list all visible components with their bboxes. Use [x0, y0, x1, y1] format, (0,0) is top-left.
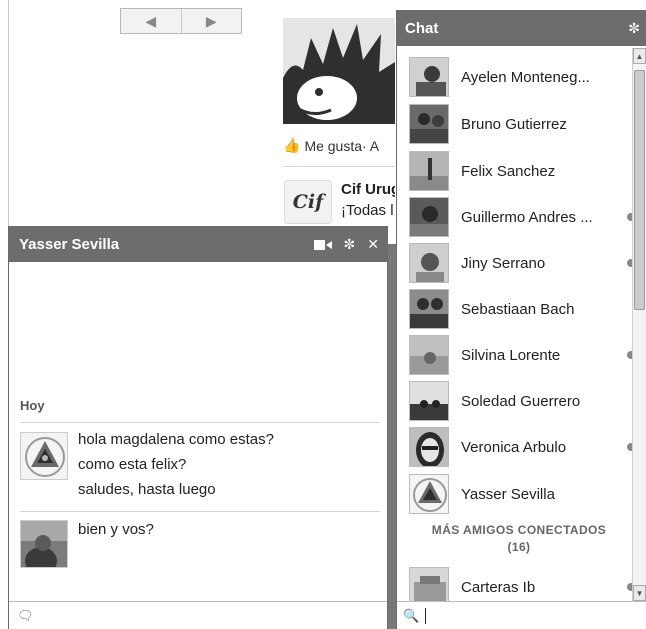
post-text: ¡Todas l — [341, 202, 394, 219]
friend-row[interactable]: Jiny Serrano — [409, 241, 635, 285]
page-logo[interactable]: Cif — [284, 180, 332, 224]
gear-icon[interactable]: ✼ — [344, 236, 356, 253]
message-separator — [20, 511, 380, 512]
avatar — [409, 243, 449, 283]
message-line: hola magdalena como estas? — [78, 431, 274, 448]
friend-row[interactable]: Silvina Lorente — [409, 333, 635, 377]
avatar[interactable] — [20, 520, 68, 568]
friend-row[interactable]: Bruno Gutierrez — [409, 102, 635, 146]
friend-name: Bruno Gutierrez — [461, 115, 567, 133]
page-cover-image[interactable] — [283, 18, 395, 124]
scroll-down-arrow-icon[interactable]: ▼ — [633, 585, 646, 601]
conversation-window: Yasser Sevilla ✼ ✕ Hoy hola magdalena co… — [8, 226, 388, 629]
chat-scrollbar[interactable]: ▲ ▼ — [632, 48, 646, 601]
message-line: saludes, hasta luego — [78, 481, 216, 498]
post-divider — [283, 166, 395, 167]
post-author[interactable]: Cif Urug — [341, 181, 395, 198]
friend-name: Sebastiaan Bach — [461, 300, 575, 318]
friend-name: Yasser Sevilla — [461, 485, 555, 503]
conversation-header[interactable]: Yasser Sevilla ✼ ✕ — [9, 227, 387, 262]
pager: ◀ ▶ — [120, 8, 242, 34]
conversation-title[interactable]: Yasser Sevilla — [19, 236, 314, 253]
friend-row[interactable]: Ayelen Monteneg... — [409, 55, 635, 99]
friend-row[interactable]: Yasser Sevilla — [409, 472, 635, 516]
friend-name: Felix Sanchez — [461, 162, 556, 180]
avatar — [409, 104, 449, 144]
chat-title[interactable]: Chat — [405, 20, 628, 37]
friend-row[interactable]: Felix Sanchez — [409, 149, 635, 193]
like-thumb-icon: 👍 — [283, 137, 301, 153]
day-label: Hoy — [20, 398, 45, 413]
search-icon: 🔍 — [403, 607, 420, 623]
scroll-up-arrow-icon[interactable]: ▲ — [633, 48, 646, 64]
avatar — [409, 474, 449, 514]
chat-header[interactable]: Chat ✼ — [397, 10, 646, 46]
chat-settings-gear-icon[interactable]: ✼ — [628, 20, 640, 37]
avatar — [409, 335, 449, 375]
avatar — [409, 151, 449, 191]
more-friends-label: MÁS AMIGOS CONECTADOS — [431, 523, 607, 537]
page-content-strip — [388, 244, 396, 629]
video-call-icon[interactable] — [313, 239, 332, 251]
conversation-actions: ✼ ✕ — [313, 236, 379, 253]
friend-row[interactable]: Veronica Arbulo — [409, 425, 635, 469]
message-line: bien y vos? — [78, 521, 154, 538]
next-arrow-icon[interactable]: ▶ — [180, 9, 242, 33]
friend-row[interactable]: Sebastiaan Bach — [409, 287, 635, 331]
friend-name: Soledad Guerrero — [461, 392, 581, 410]
avatar[interactable] — [20, 432, 68, 480]
more-friends-count: (16) — [507, 540, 531, 554]
avatar — [409, 289, 449, 329]
avatar — [409, 57, 449, 97]
close-icon[interactable]: ✕ — [367, 236, 379, 253]
text-caret — [425, 607, 427, 624]
more-friends-header: MÁS AMIGOS CONECTADOS (16) — [409, 522, 629, 556]
friend-row[interactable]: Soledad Guerrero — [409, 379, 635, 423]
friend-name: Jiny Serrano — [461, 254, 546, 272]
friend-name: Veronica Arbulo — [461, 438, 567, 456]
chat-search-input[interactable]: 🔍 — [397, 601, 646, 629]
avatar — [409, 197, 449, 237]
friend-row[interactable]: Guillermo Andres ... — [409, 195, 635, 239]
friend-name: Silvina Lorente — [461, 346, 561, 364]
friend-name: Ayelen Monteneg... — [461, 68, 590, 86]
friend-name: Carteras Ib — [461, 578, 536, 596]
message-line: como esta felix? — [78, 456, 187, 473]
like-text[interactable]: Me gusta· A — [304, 138, 379, 154]
message-input[interactable]: 🗨 — [9, 601, 387, 629]
chat-sidebar: Chat ✼ Ayelen Monteneg... Bruno Gutierre… — [396, 10, 646, 629]
avatar — [409, 381, 449, 421]
message-separator — [20, 422, 380, 423]
prev-arrow-icon[interactable]: ◀ — [121, 9, 181, 33]
friend-name: Guillermo Andres ... — [461, 208, 593, 226]
avatar — [409, 427, 449, 467]
like-row[interactable]: 👍 Me gusta· A — [283, 137, 379, 154]
scroll-thumb[interactable] — [634, 70, 645, 310]
emoticon-icon[interactable]: 🗨 — [17, 608, 34, 624]
